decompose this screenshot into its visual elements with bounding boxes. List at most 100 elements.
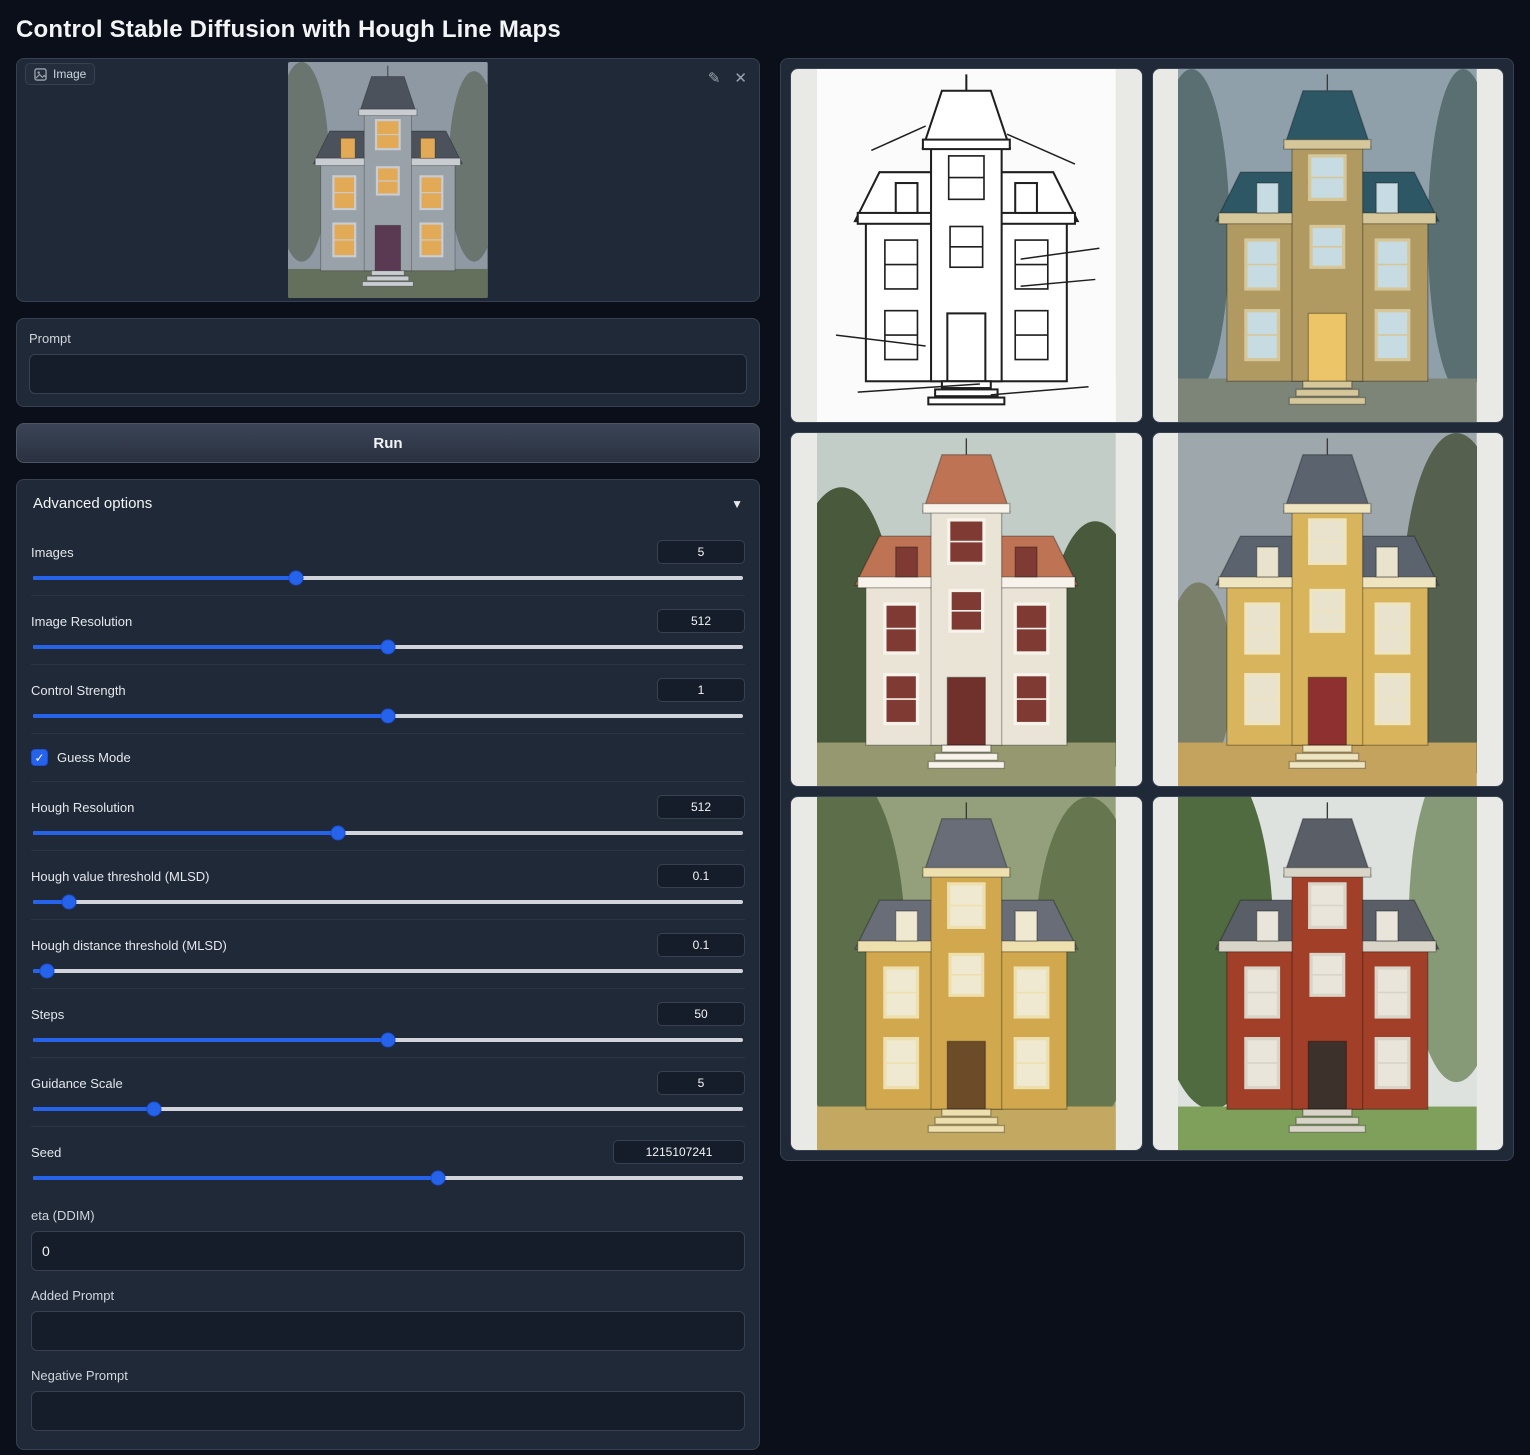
slider-guidance-scale: Guidance Scale	[31, 1057, 745, 1126]
accordion-chevron-icon: ▼	[731, 497, 743, 511]
main-layout: Image ✎ ✕ Prompt Run Advanced options ▼ …	[0, 58, 1530, 1450]
slider-handle[interactable]	[146, 1102, 161, 1117]
slider-value-input[interactable]	[613, 1140, 745, 1164]
slider-fill	[33, 714, 388, 718]
gallery-image	[1178, 433, 1477, 786]
advanced-options-title: Advanced options	[33, 495, 152, 512]
slider-images: Images	[31, 527, 745, 595]
slider-value-input[interactable]	[657, 864, 745, 888]
results-column	[780, 58, 1514, 1161]
slider-hough-resolution: Hough Resolution	[31, 781, 745, 850]
slider-fill	[33, 1176, 438, 1180]
gallery-image	[817, 69, 1116, 422]
slider-seed: Seed	[31, 1126, 745, 1195]
prompt-label: Prompt	[29, 331, 747, 346]
gallery-image	[817, 433, 1116, 786]
slider-track[interactable]	[33, 714, 743, 718]
image-icon	[34, 68, 47, 81]
slider-fill	[33, 645, 388, 649]
slider-value-input[interactable]	[657, 1071, 745, 1095]
slider-label: Seed	[31, 1145, 61, 1160]
slider-value-input[interactable]	[657, 795, 745, 819]
slider-fill	[33, 1107, 154, 1111]
slider-track[interactable]	[33, 576, 743, 580]
slider-track[interactable]	[33, 969, 743, 973]
slider-label: Hough distance threshold (MLSD)	[31, 938, 227, 953]
eta-field: eta (DDIM)	[31, 1195, 745, 1275]
guess-mode-checkbox[interactable]: ✓ Guess Mode	[31, 733, 745, 781]
gallery-image	[1178, 69, 1477, 422]
gallery-item-mustard-victorian-painting[interactable]	[1152, 432, 1505, 787]
slider-handle[interactable]	[430, 1171, 445, 1186]
negative-prompt-label: Negative Prompt	[31, 1368, 745, 1383]
slider-control-strength: Control Strength	[31, 664, 745, 733]
eta-input[interactable]	[31, 1231, 745, 1271]
slider-value-input[interactable]	[657, 933, 745, 957]
slider-track[interactable]	[33, 900, 743, 904]
controls-column: Image ✎ ✕ Prompt Run Advanced options ▼ …	[16, 58, 760, 1450]
added-prompt-label: Added Prompt	[31, 1288, 745, 1303]
slider-value-input[interactable]	[657, 678, 745, 702]
slider-label: Control Strength	[31, 683, 126, 698]
input-image[interactable]	[17, 59, 759, 301]
page-title: Control Stable Diffusion with Hough Line…	[0, 0, 1530, 58]
slider-value-input[interactable]	[657, 609, 745, 633]
slider-fill	[33, 576, 296, 580]
gallery-item-red-brick-victorian-painting[interactable]	[1152, 796, 1505, 1151]
gallery-item-teal-victorian-painting[interactable]	[1152, 68, 1505, 423]
added-prompt-field: Added Prompt	[31, 1275, 745, 1355]
sliders-top-group: Images Image Resolution Control Strength	[31, 527, 745, 733]
guess-mode-label: Guess Mode	[57, 750, 131, 765]
gallery-image	[817, 797, 1116, 1150]
added-prompt-input[interactable]	[31, 1311, 745, 1351]
advanced-options-accordion[interactable]: Advanced options ▼	[31, 480, 745, 527]
slider-handle[interactable]	[381, 1033, 396, 1048]
slider-label: Hough value threshold (MLSD)	[31, 869, 209, 884]
slider-handle[interactable]	[381, 640, 396, 655]
negative-prompt-input[interactable]	[31, 1391, 745, 1431]
result-gallery-panel	[780, 58, 1514, 1161]
slider-track[interactable]	[33, 1038, 743, 1042]
slider-handle[interactable]	[288, 571, 303, 586]
run-button[interactable]: Run	[16, 423, 760, 463]
slider-label: Image Resolution	[31, 614, 132, 629]
image-label-text: Image	[53, 67, 86, 81]
slider-track[interactable]	[33, 645, 743, 649]
slider-hough-distance-threshold-mlsd: Hough distance threshold (MLSD)	[31, 919, 745, 988]
slider-hough-value-threshold-mlsd: Hough value threshold (MLSD)	[31, 850, 745, 919]
gallery-item-hough-line-map[interactable]	[790, 68, 1143, 423]
clear-image-button[interactable]: ✕	[732, 69, 749, 88]
negative-prompt-field: Negative Prompt	[31, 1355, 745, 1435]
advanced-options-panel: Advanced options ▼ Images Image Resoluti…	[16, 479, 760, 1450]
slider-label: Guidance Scale	[31, 1076, 123, 1091]
slider-track[interactable]	[33, 1107, 743, 1111]
slider-track[interactable]	[33, 1176, 743, 1180]
slider-handle[interactable]	[331, 826, 346, 841]
slider-fill	[33, 1038, 388, 1042]
slider-fill	[33, 831, 338, 835]
slider-steps: Steps	[31, 988, 745, 1057]
prompt-input[interactable]	[29, 354, 747, 394]
image-toolbar: ✎ ✕	[706, 69, 749, 88]
slider-handle[interactable]	[61, 895, 76, 910]
image-component-label: Image	[25, 63, 95, 85]
sliders-bottom-group: Hough Resolution Hough value threshold (…	[31, 781, 745, 1195]
slider-value-input[interactable]	[657, 540, 745, 564]
input-image-panel: Image ✎ ✕	[16, 58, 760, 302]
eta-label: eta (DDIM)	[31, 1208, 745, 1223]
slider-value-input[interactable]	[657, 1002, 745, 1026]
gallery-item-gold-victorian-painting[interactable]	[790, 796, 1143, 1151]
slider-handle[interactable]	[40, 964, 55, 979]
result-gallery	[790, 68, 1504, 1151]
slider-handle[interactable]	[381, 709, 396, 724]
slider-image-resolution: Image Resolution	[31, 595, 745, 664]
gallery-item-white-victorian-painting[interactable]	[790, 432, 1143, 787]
slider-label: Steps	[31, 1007, 64, 1022]
input-image-preview	[288, 62, 488, 298]
edit-image-button[interactable]: ✎	[706, 69, 723, 88]
gallery-image	[1178, 797, 1477, 1150]
slider-label: Hough Resolution	[31, 800, 134, 815]
checkbox-checked-icon: ✓	[31, 749, 48, 766]
slider-track[interactable]	[33, 831, 743, 835]
prompt-panel: Prompt	[16, 318, 760, 407]
